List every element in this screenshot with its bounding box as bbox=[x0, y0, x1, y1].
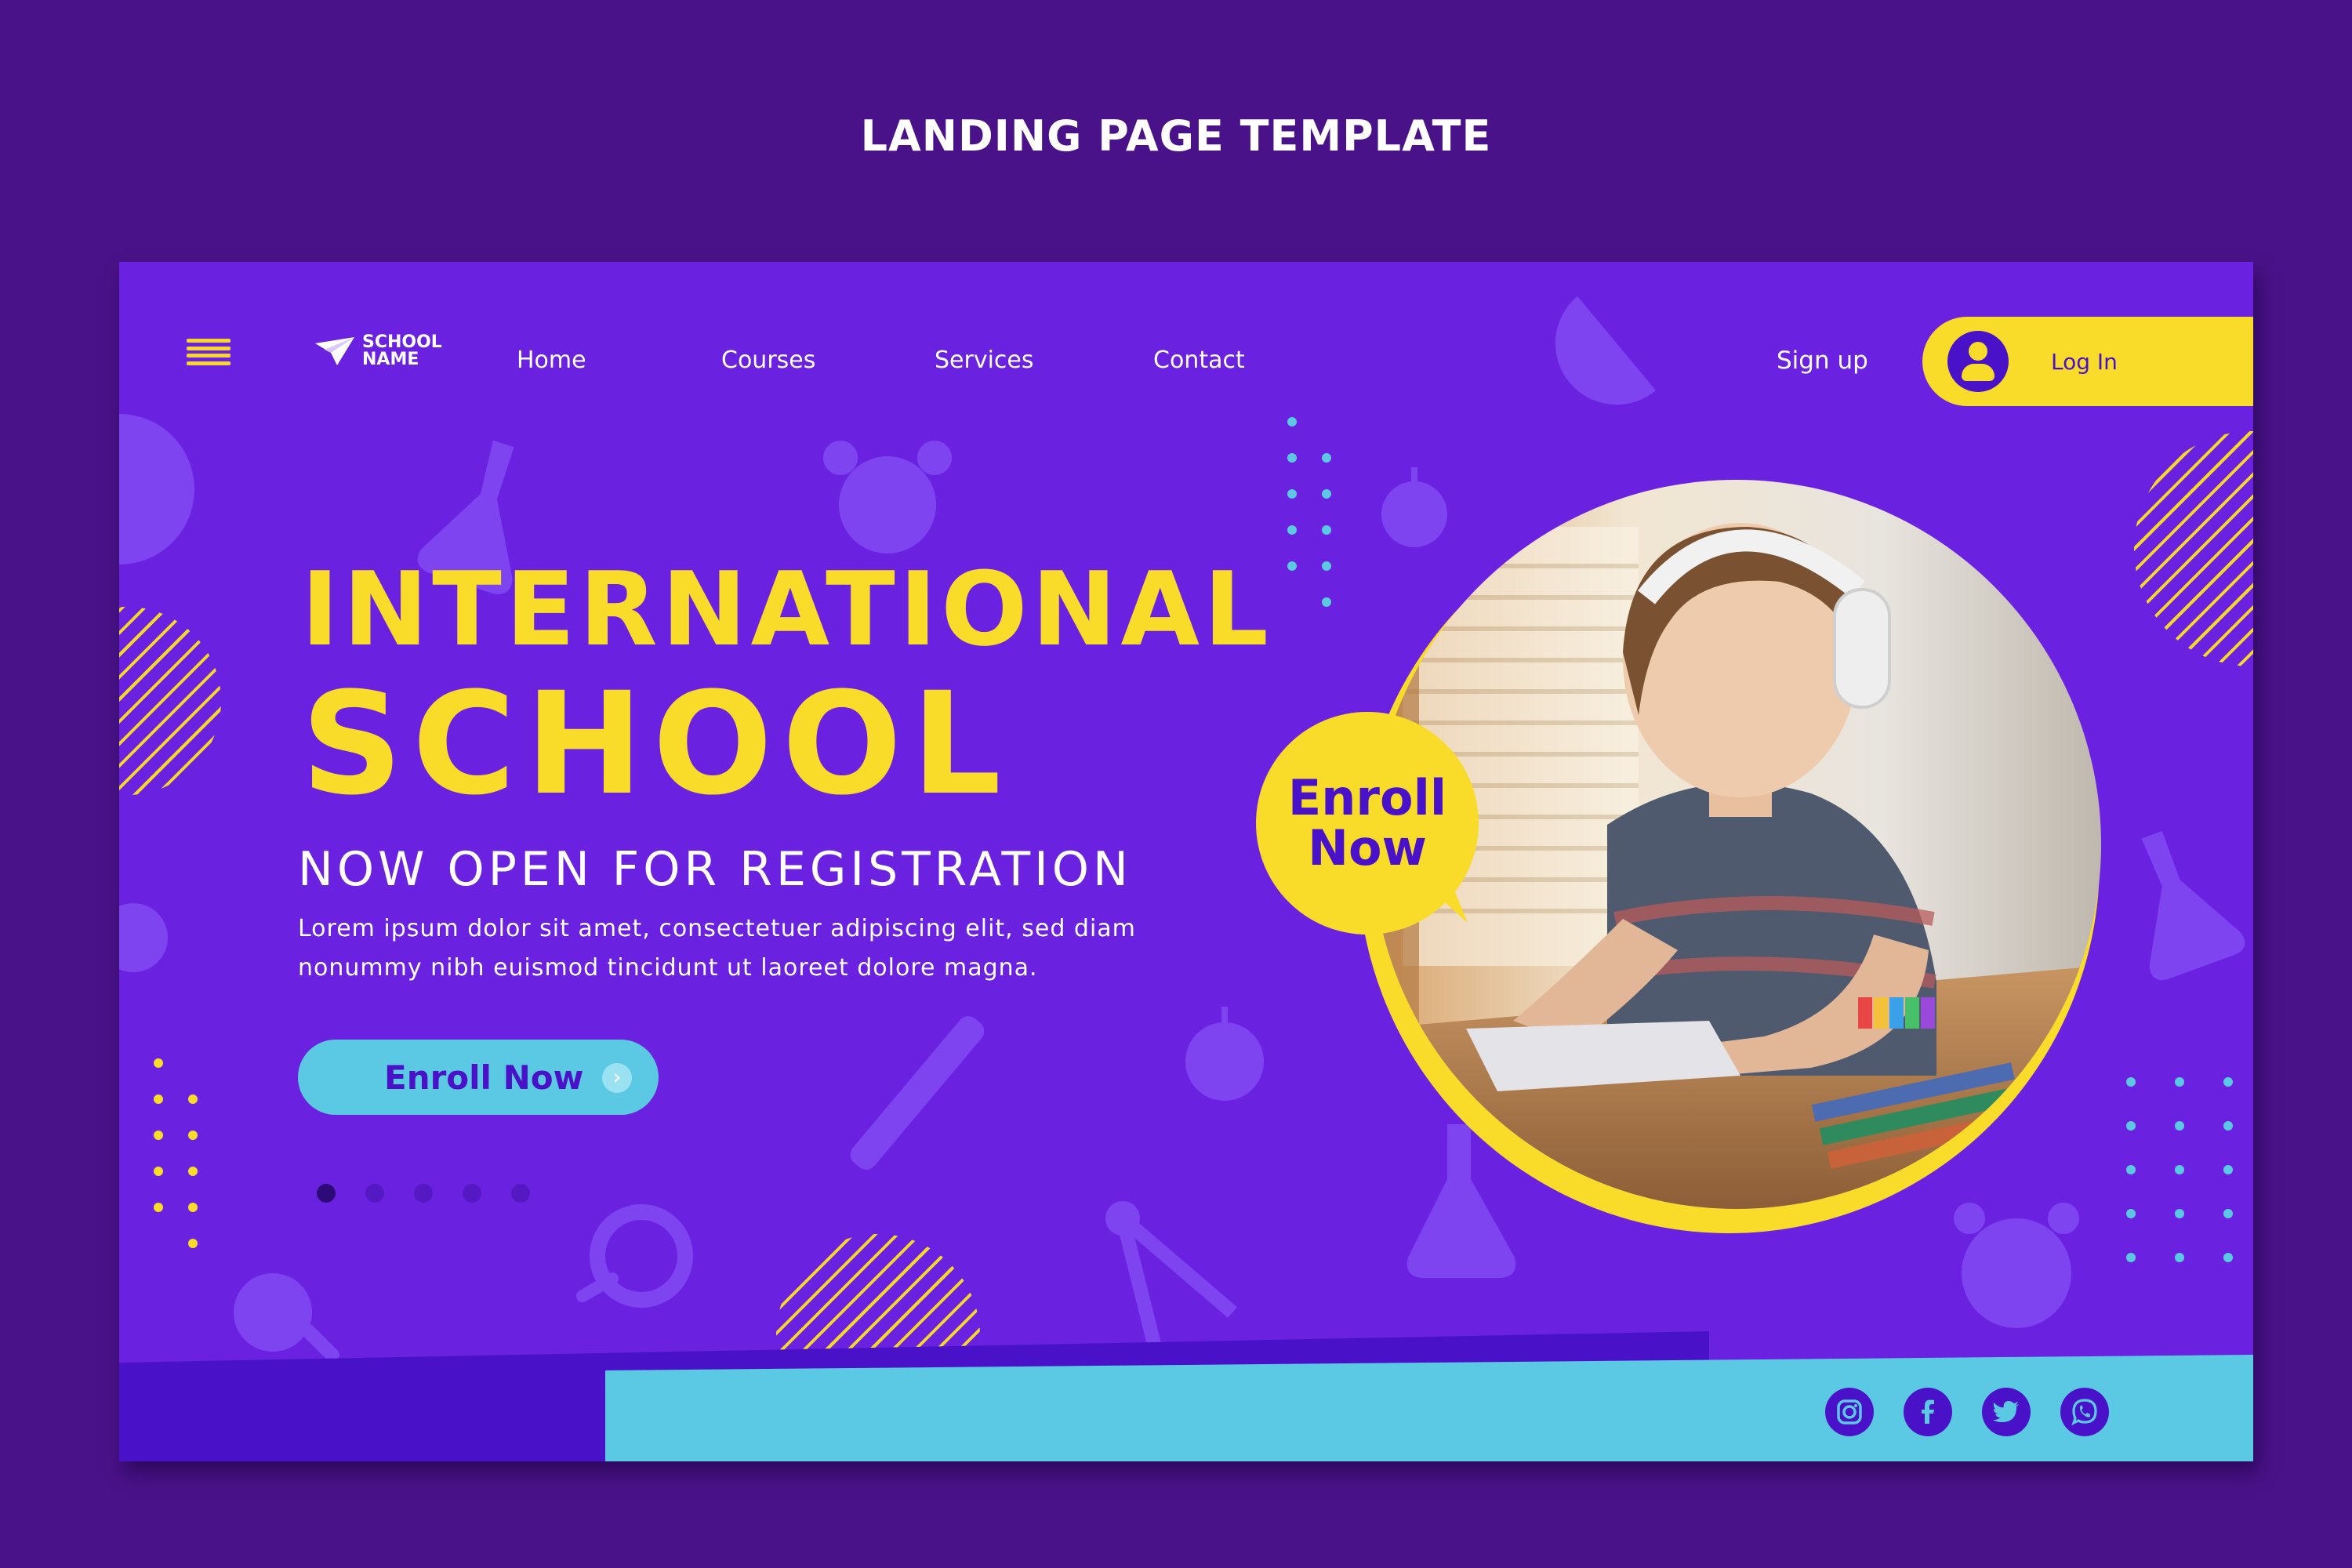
color-blocks bbox=[1858, 997, 1935, 1029]
logo-text: SCHOOL NAME bbox=[362, 334, 464, 368]
nav-link-services[interactable]: Services bbox=[935, 347, 1034, 374]
nav-link-contact[interactable]: Contact bbox=[1153, 347, 1245, 374]
alarm-clock-icon bbox=[1954, 1203, 2079, 1328]
child-photo-illustration bbox=[1372, 480, 2101, 1209]
slide-pager bbox=[317, 1184, 530, 1203]
nav-link-home[interactable]: Home bbox=[517, 347, 586, 374]
social-links bbox=[1825, 1388, 2109, 1436]
half-circle-shape bbox=[1555, 296, 1656, 405]
pager-dot[interactable] bbox=[511, 1184, 530, 1203]
magnifier-icon bbox=[234, 1273, 339, 1363]
bubble-line2: Now bbox=[1308, 819, 1427, 877]
hero-body-text: Lorem ipsum dolor sit amet, consectetuer… bbox=[298, 909, 1192, 988]
apple-icon bbox=[1185, 1007, 1264, 1101]
pager-dot[interactable] bbox=[317, 1184, 336, 1203]
page-heading: LANDING PAGE TEMPLATE bbox=[860, 111, 1492, 161]
enroll-now-button[interactable]: Enroll Now › bbox=[298, 1040, 659, 1115]
hamburger-menu-icon[interactable] bbox=[187, 339, 230, 365]
login-button[interactable]: Log In bbox=[1922, 317, 2253, 406]
magnifier-icon bbox=[575, 1204, 693, 1308]
alarm-clock-icon bbox=[823, 441, 952, 554]
stripe-pattern-left bbox=[119, 607, 221, 795]
apple-icon bbox=[119, 903, 168, 972]
stripe-pattern-right bbox=[2134, 431, 2253, 666]
chevron-right-icon: › bbox=[602, 1063, 632, 1093]
facebook-icon[interactable] bbox=[1904, 1388, 1952, 1436]
nav-link-courses[interactable]: Courses bbox=[721, 347, 815, 374]
hero-title-line2: SCHOOL bbox=[301, 662, 1011, 826]
school-logo[interactable]: SCHOOL NAME bbox=[314, 334, 464, 368]
hero-body-line1: Lorem ipsum dolor sit amet, consectetuer… bbox=[298, 915, 1136, 942]
apple-icon bbox=[1381, 467, 1447, 547]
pager-dot[interactable] bbox=[463, 1184, 481, 1203]
bubble-line1: Enroll bbox=[1287, 769, 1447, 826]
pager-dot[interactable] bbox=[414, 1184, 433, 1203]
twitter-icon[interactable] bbox=[1982, 1388, 2031, 1436]
dot-pattern-left bbox=[154, 1058, 198, 1248]
flask-icon bbox=[2141, 831, 2245, 981]
logo-line2: NAME bbox=[362, 350, 419, 369]
half-circle-shape bbox=[119, 414, 194, 564]
hero-body-line2: nonummy nibh euismod tincidunt ut laoree… bbox=[298, 954, 1038, 982]
landing-page-frame: SCHOOL NAME Home Courses Services Contac… bbox=[119, 262, 2253, 1461]
login-label: Log In bbox=[2051, 348, 2118, 375]
enroll-now-bubble[interactable]: Enroll Now bbox=[1256, 712, 1479, 935]
pager-dot[interactable] bbox=[365, 1184, 384, 1203]
hero-subtitle: NOW OPEN FOR REGISTRATION bbox=[298, 842, 1132, 897]
hero-photo bbox=[1372, 480, 2101, 1209]
compass-icon bbox=[1105, 1201, 1237, 1346]
logo-line1: SCHOOL bbox=[362, 332, 442, 352]
instagram-icon[interactable] bbox=[1825, 1388, 1874, 1436]
user-icon bbox=[1947, 331, 2009, 392]
dot-pattern-top bbox=[1287, 417, 1331, 607]
paper-plane-icon bbox=[315, 337, 354, 365]
whatsapp-icon[interactable] bbox=[2060, 1388, 2109, 1436]
pencil-icon bbox=[850, 1016, 985, 1170]
enroll-now-label: Enroll Now bbox=[384, 1058, 584, 1097]
hero-title-line1: INTERNATIONAL bbox=[301, 550, 1272, 669]
signup-link[interactable]: Sign up bbox=[1777, 347, 1868, 375]
dot-pattern-right bbox=[2126, 1077, 2233, 1262]
